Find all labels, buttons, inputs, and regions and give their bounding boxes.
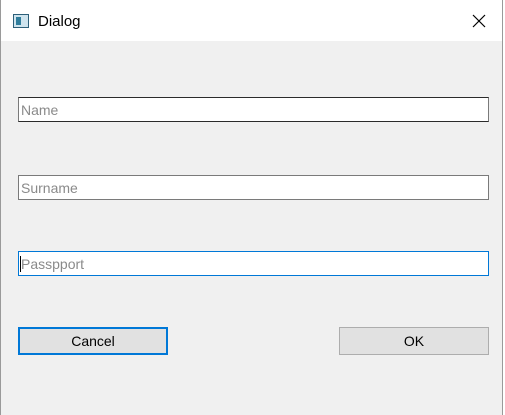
title-bar[interactable]: Dialog <box>1 0 502 41</box>
surname-field[interactable] <box>18 175 489 200</box>
close-button[interactable] <box>456 0 502 41</box>
cancel-button[interactable]: Cancel <box>18 327 168 355</box>
app-window-icon <box>13 14 29 28</box>
name-field[interactable] <box>18 97 489 122</box>
ok-button-label: OK <box>403 333 425 349</box>
cancel-button-label: Cancel <box>71 333 115 349</box>
passport-field[interactable] <box>18 251 489 276</box>
dialog-window: Dialog Cancel OK <box>0 0 503 415</box>
close-icon <box>472 14 486 27</box>
text-caret <box>20 256 21 272</box>
window-title: Dialog <box>38 13 81 30</box>
ok-button[interactable]: OK <box>339 327 489 355</box>
